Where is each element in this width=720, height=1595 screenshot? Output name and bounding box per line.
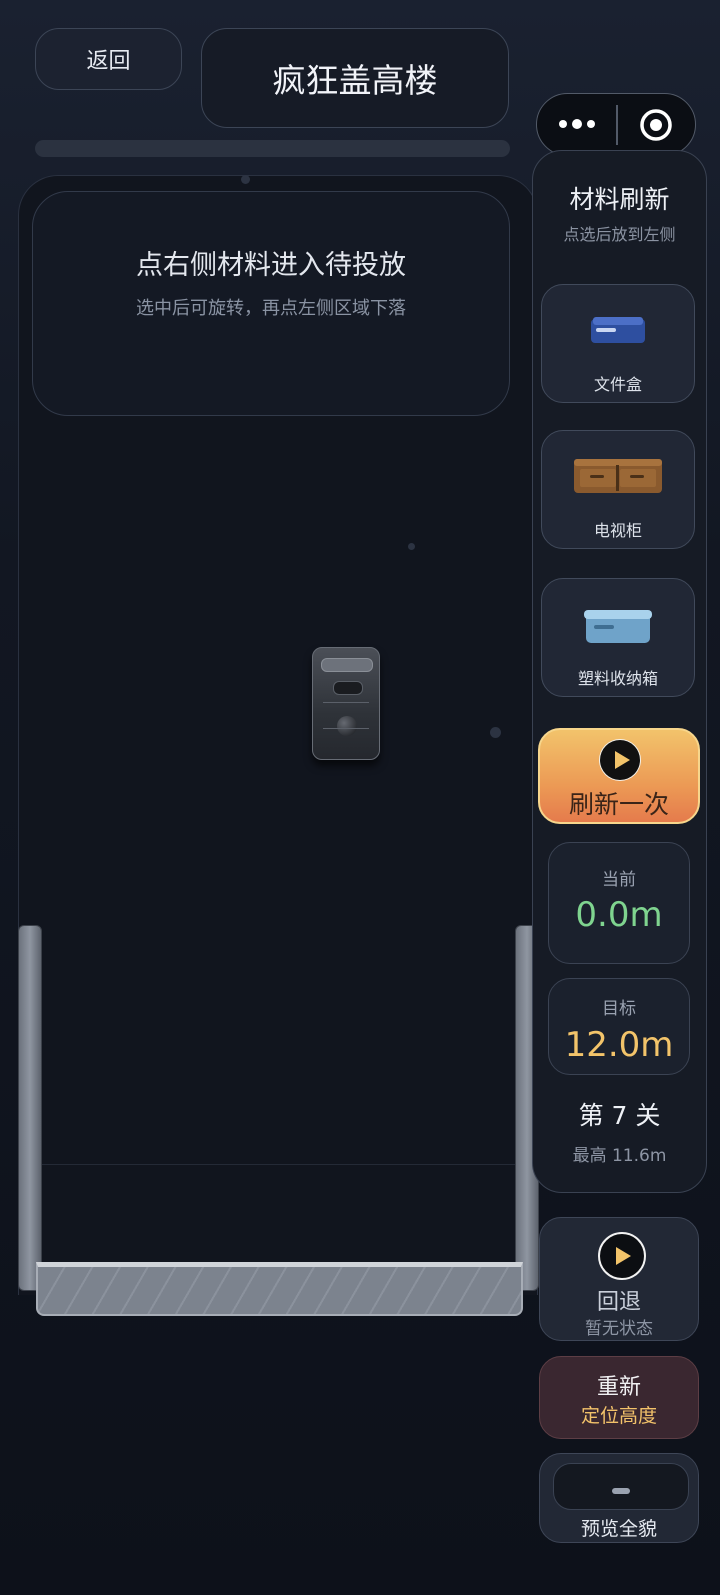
current-height-label: 当前 (602, 870, 636, 890)
play-icon (599, 739, 641, 781)
reset-label: 重新 (596, 1375, 641, 1400)
best-height: 最高 11.6m (572, 1146, 667, 1166)
current-height-card: 当前 0.0m (548, 842, 690, 964)
file-box-icon (591, 317, 645, 343)
back-button[interactable]: 返回 (35, 28, 182, 90)
floor-line (18, 1164, 538, 1165)
target-height-label: 目标 (602, 999, 636, 1019)
game-title: 疯狂盖高楼 (201, 28, 509, 128)
field-speck (408, 543, 415, 550)
plastic-storage-box-icon (584, 610, 652, 643)
level-indicator: 第 7 关 (578, 1101, 661, 1130)
undo-status: 暂无状态 (585, 1319, 653, 1339)
current-height-value: 0.0m (575, 895, 663, 935)
material-card-file-box[interactable]: 文件盒 (541, 284, 695, 403)
undo-label: 回退 (596, 1290, 641, 1315)
material-card-plastic-box[interactable]: 塑料收纳箱 (541, 578, 695, 697)
tv-cabinet-icon (574, 459, 662, 493)
more-options-icon[interactable] (537, 119, 616, 129)
target-height-card: 目标 12.0m (548, 978, 690, 1075)
preview-label: 预览全貌 (580, 1518, 657, 1540)
panel-title: 材料刷新 (569, 185, 670, 214)
material-label: 塑料收纳箱 (577, 669, 658, 688)
preview-overview-button[interactable]: 预览全貌 (539, 1453, 699, 1543)
panel-subtitle: 点选后放到左侧 (563, 225, 676, 244)
hint-title: 点右侧材料进入待投放 (136, 250, 406, 281)
safe-block[interactable] (312, 647, 380, 760)
refresh-label: 刷新一次 (568, 790, 669, 819)
target-height-value: 12.0m (564, 1025, 674, 1065)
tower-thumbnail (553, 1463, 689, 1510)
mini-program-capsule (536, 93, 696, 156)
hint-subtitle: 选中后可旋转，再点左侧区域下落 (136, 298, 406, 319)
close-target-icon[interactable] (618, 108, 695, 142)
left-pillar (18, 925, 42, 1291)
reset-sublabel: 定位高度 (580, 1405, 657, 1427)
reset-height-button[interactable]: 重新 定位高度 (539, 1356, 699, 1439)
refresh-materials-button[interactable]: 刷新一次 (538, 728, 700, 824)
undo-button[interactable]: 回退 暂无状态 (539, 1217, 699, 1341)
field-marker (241, 175, 250, 184)
material-label: 电视柜 (593, 521, 642, 540)
material-card-tv-cabinet[interactable]: 电视柜 (541, 430, 695, 549)
height-progress-bar (35, 140, 510, 157)
field-speck (490, 727, 501, 738)
material-label: 文件盒 (593, 375, 642, 394)
play-icon (598, 1232, 646, 1280)
foundation-base (36, 1262, 523, 1316)
